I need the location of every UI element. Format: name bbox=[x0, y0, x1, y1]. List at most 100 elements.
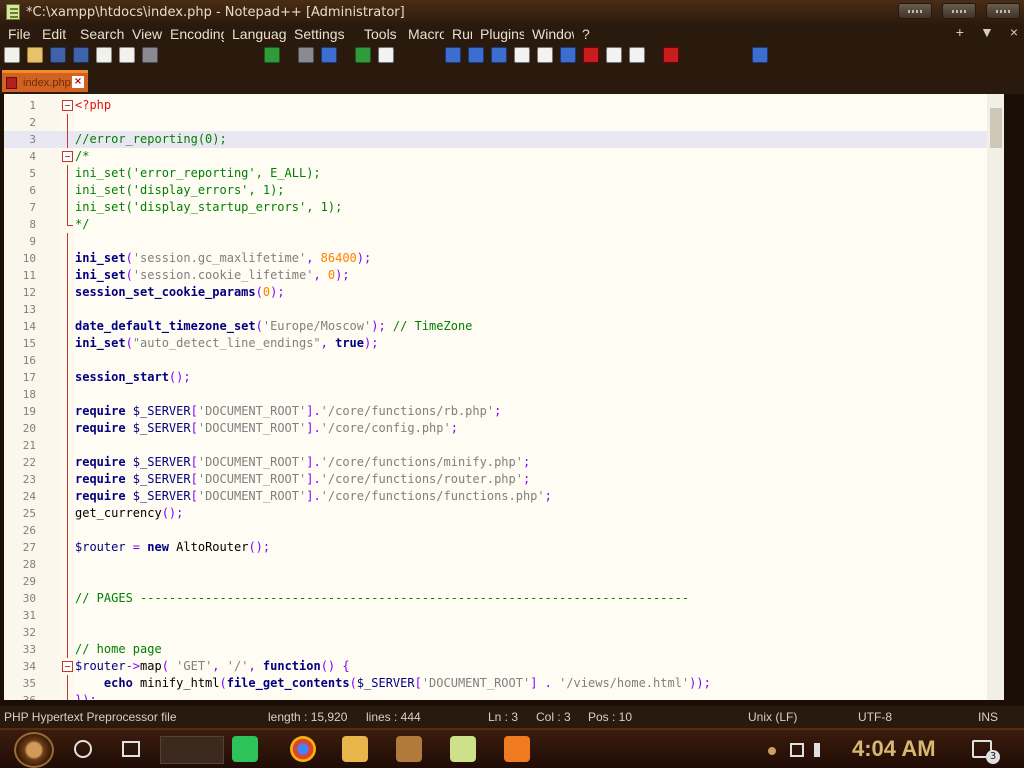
code-line[interactable]: 22 require $_SERVER['DOCUMENT_ROOT'].'/co… bbox=[4, 454, 1004, 471]
menu-run[interactable]: Run bbox=[444, 26, 472, 42]
indent-guide-icon[interactable] bbox=[514, 47, 530, 63]
code-line[interactable]: 20 require $_SERVER['DOCUMENT_ROOT'].'/co… bbox=[4, 420, 1004, 437]
insert-mode[interactable]: INS bbox=[978, 710, 998, 724]
code-editor[interactable]: 1 <?php 2 3//error_reporting(0); 4/* 5 ini_set… bbox=[4, 94, 1004, 700]
eol-format[interactable]: Unix (LF) bbox=[748, 710, 797, 724]
code-line[interactable]: 4 /* bbox=[4, 148, 1004, 165]
code-line[interactable]: 23 require $_SERVER['DOCUMENT_ROOT'].'/co… bbox=[4, 471, 1004, 488]
network-icon[interactable] bbox=[790, 743, 804, 757]
record-macro-icon[interactable] bbox=[663, 47, 679, 63]
game-app-icon[interactable] bbox=[396, 736, 422, 762]
fold-toggle-icon[interactable] bbox=[62, 661, 73, 672]
close-button[interactable] bbox=[986, 3, 1020, 19]
new-file-icon[interactable] bbox=[4, 47, 20, 63]
function-list-icon[interactable] bbox=[560, 47, 576, 63]
menu-encoding[interactable]: Encoding bbox=[162, 26, 224, 42]
code-line[interactable]: 15 ini_set("auto_detect_line_endings", tr… bbox=[4, 335, 1004, 352]
chrome-app-icon[interactable] bbox=[290, 736, 316, 762]
save-all-icon[interactable] bbox=[73, 47, 89, 63]
code-line[interactable]: 19 require $_SERVER['DOCUMENT_ROOT'].'/co… bbox=[4, 403, 1004, 420]
sync-scroll-icon[interactable] bbox=[445, 47, 461, 63]
doc-map-icon[interactable] bbox=[537, 47, 553, 63]
word-wrap-icon[interactable] bbox=[468, 47, 484, 63]
code-line[interactable]: 30 // PAGES -----------------------------… bbox=[4, 590, 1004, 607]
zoom-in-icon[interactable] bbox=[355, 47, 371, 63]
code-line[interactable]: 9 bbox=[4, 233, 1004, 250]
menu-language[interactable]: Language bbox=[224, 26, 286, 42]
menu-view[interactable]: View bbox=[124, 26, 162, 42]
menu-window[interactable]: Window bbox=[524, 26, 574, 42]
menu-tools[interactable]: Tools bbox=[356, 26, 400, 42]
code-line[interactable]: 28 bbox=[4, 556, 1004, 573]
minimize-button[interactable] bbox=[898, 3, 932, 19]
notepad-plus-plus-taskbar-icon[interactable] bbox=[450, 736, 476, 762]
code-line[interactable]: 1 <?php bbox=[4, 97, 1004, 114]
code-line[interactable]: 12 session_set_cookie_params(0); bbox=[4, 284, 1004, 301]
menu-plugins[interactable]: Plugins bbox=[472, 26, 524, 42]
code-line[interactable]: 5 ini_set('error_reporting', E_ALL); bbox=[4, 165, 1004, 182]
menu-help[interactable]: ? bbox=[574, 26, 594, 42]
code-line[interactable]: 25 get_currency(); bbox=[4, 505, 1004, 522]
messenger-app-icon[interactable] bbox=[232, 736, 258, 762]
file-explorer-icon[interactable] bbox=[342, 736, 368, 762]
xampp-app-icon[interactable] bbox=[504, 736, 530, 762]
monitoring-eye-icon[interactable] bbox=[629, 47, 645, 63]
menu-macro[interactable]: Macro bbox=[400, 26, 444, 42]
volume-muted-icon[interactable] bbox=[814, 743, 828, 757]
folder-as-workspace-icon[interactable] bbox=[583, 47, 599, 63]
menu-settings[interactable]: Settings bbox=[286, 26, 356, 42]
start-button[interactable] bbox=[14, 732, 54, 768]
code-line[interactable]: 35 echo minify_html(file_get_contents($_… bbox=[4, 675, 1004, 692]
scrollbar-thumb[interactable] bbox=[990, 108, 1002, 148]
encoding[interactable]: UTF-8 bbox=[858, 710, 892, 724]
cortana-icon[interactable] bbox=[74, 740, 92, 758]
run-macro-multiple-icon[interactable] bbox=[752, 47, 768, 63]
replace-icon[interactable] bbox=[321, 47, 337, 63]
code-line[interactable]: 6 ini_set('display_errors', 1); bbox=[4, 182, 1004, 199]
code-line[interactable]: 24 require $_SERVER['DOCUMENT_ROOT'].'/co… bbox=[4, 488, 1004, 505]
code-line[interactable]: 27 $router = new AltoRouter(); bbox=[4, 539, 1004, 556]
code-line[interactable]: 33 // home page bbox=[4, 641, 1004, 658]
open-file-icon[interactable] bbox=[27, 47, 43, 63]
fold-toggle-icon[interactable] bbox=[62, 100, 73, 111]
tab-index-php[interactable]: index.php × bbox=[2, 70, 88, 92]
menu-file[interactable]: File bbox=[0, 26, 34, 42]
code-line[interactable]: 21 bbox=[4, 437, 1004, 454]
task-view-icon[interactable] bbox=[122, 741, 140, 757]
tray-overflow-icon[interactable] bbox=[768, 747, 776, 755]
code-line[interactable]: 18 bbox=[4, 386, 1004, 403]
undo-icon[interactable] bbox=[264, 47, 280, 63]
code-line[interactable]: 26 bbox=[4, 522, 1004, 539]
print-icon[interactable] bbox=[142, 47, 158, 63]
code-line[interactable]: 17 session_start(); bbox=[4, 369, 1004, 386]
menu-search[interactable]: Search bbox=[72, 26, 124, 42]
code-line[interactable]: 16 bbox=[4, 352, 1004, 369]
code-line[interactable]: 34 $router->map( 'GET', '/', function() { bbox=[4, 658, 1004, 675]
vertical-scrollbar[interactable] bbox=[987, 94, 1004, 700]
tab-close-icon[interactable]: × bbox=[72, 76, 84, 88]
code-line[interactable]: 3 //error_reporting(0); bbox=[4, 131, 1004, 148]
close-all-icon[interactable] bbox=[119, 47, 135, 63]
code-line[interactable]: 7 ini_set('display_startup_errors', 1); bbox=[4, 199, 1004, 216]
taskbar-search-box[interactable] bbox=[160, 736, 224, 764]
find-icon[interactable] bbox=[298, 47, 314, 63]
code-line[interactable]: 29 bbox=[4, 573, 1004, 590]
code-line[interactable]: 14 date_default_timezone_set('Europe/Mosc… bbox=[4, 318, 1004, 335]
maximize-button[interactable] bbox=[942, 3, 976, 19]
code-line[interactable]: 32 bbox=[4, 624, 1004, 641]
code-line[interactable]: 2 bbox=[4, 114, 1004, 131]
zoom-out-icon[interactable] bbox=[378, 47, 394, 63]
notification-icon[interactable]: 3 bbox=[972, 740, 1000, 764]
document-list-icon[interactable] bbox=[606, 47, 622, 63]
taskbar-clock[interactable]: 4:04 AM bbox=[852, 736, 936, 762]
save-icon[interactable] bbox=[50, 47, 66, 63]
code-line[interactable]: 8 */ bbox=[4, 216, 1004, 233]
tab-list-dropdown-button[interactable]: ▼ bbox=[980, 24, 994, 40]
show-all-characters-icon[interactable] bbox=[491, 47, 507, 63]
code-line[interactable]: 13 bbox=[4, 301, 1004, 318]
code-line[interactable]: 36}); bbox=[4, 692, 1004, 700]
close-file-icon[interactable] bbox=[96, 47, 112, 63]
fold-toggle-icon[interactable] bbox=[62, 151, 73, 162]
code-line[interactable]: 10 ini_set('session.gc_maxlifetime', 8640… bbox=[4, 250, 1004, 267]
new-tab-button[interactable]: + bbox=[956, 24, 964, 40]
